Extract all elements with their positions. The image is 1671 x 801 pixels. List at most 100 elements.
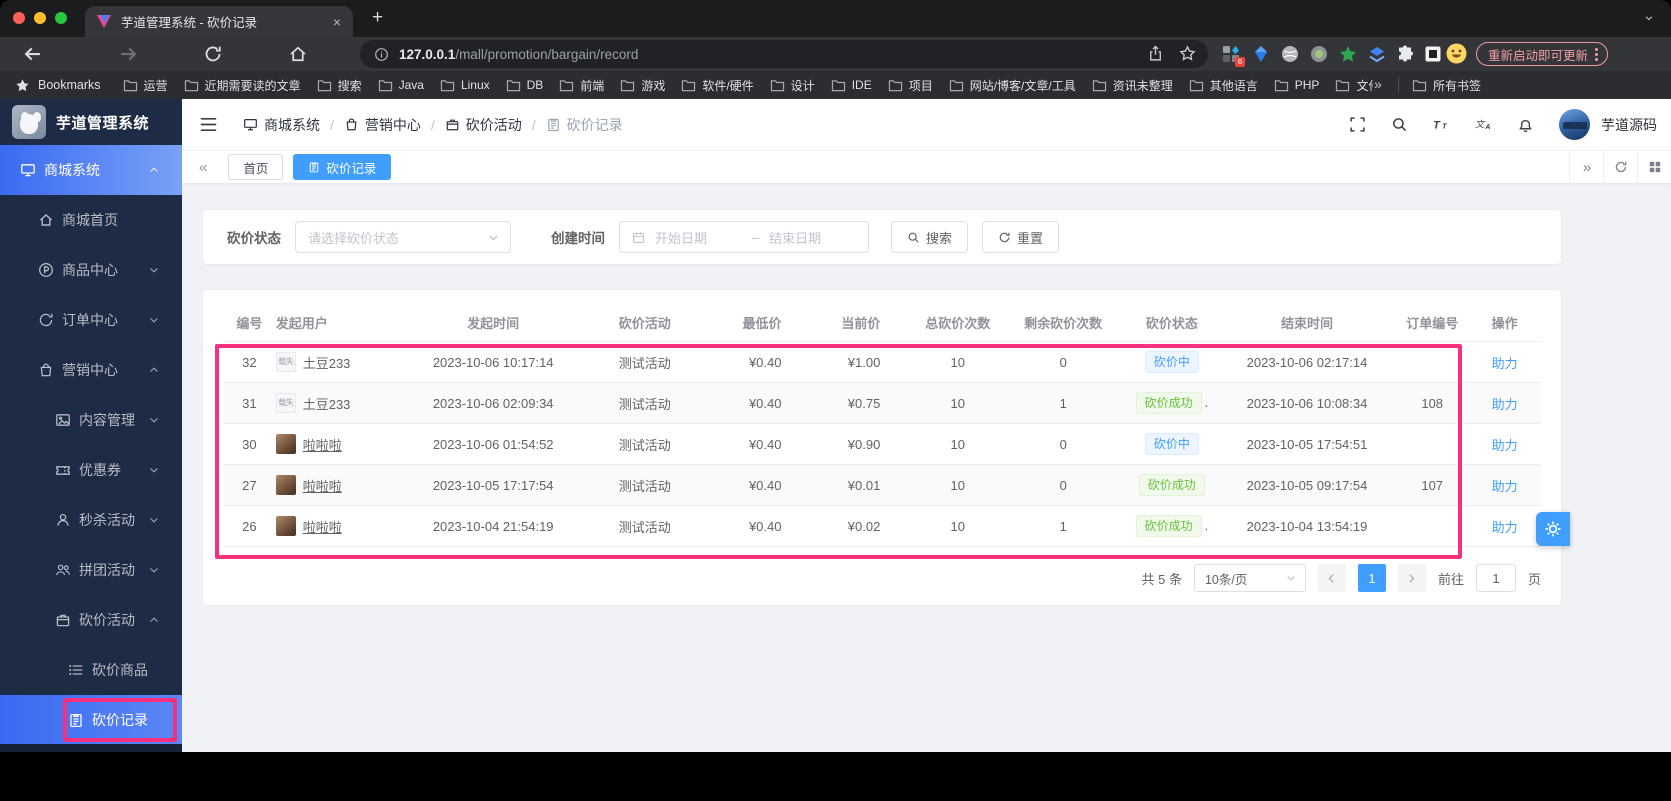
bookmark-star-icon[interactable] (1179, 45, 1196, 62)
home-icon[interactable] (288, 44, 308, 64)
extensions-puzzle-icon[interactable] (1396, 45, 1414, 63)
bookmarks-overflow-button[interactable]: » (1374, 76, 1382, 92)
tags-layout-icon[interactable] (1637, 151, 1671, 183)
sidebar-item-砍价活动[interactable]: 砍价活动 (0, 595, 182, 645)
sidebar-item-砍价商品[interactable]: 砍价商品 (0, 645, 182, 695)
tab-首页[interactable]: 首页 (228, 154, 284, 180)
assist-link[interactable]: 助力 (1492, 520, 1518, 535)
cell-order-no: 108 (1421, 395, 1444, 411)
bookmark-folder[interactable]: 文件服务器 (1335, 77, 1373, 94)
bookmark-folder[interactable]: 资讯未整理 (1092, 77, 1173, 94)
app-logo[interactable]: 芋道管理系统 (0, 99, 182, 145)
font-size-icon[interactable]: TT (1433, 116, 1450, 133)
page-size-select[interactable]: 10条/页 (1193, 564, 1306, 592)
window-zoom-button[interactable] (55, 12, 67, 24)
bookmark-folder[interactable]: IDE (831, 78, 872, 92)
update-chrome-button[interactable]: 重新启动即可更新 (1476, 42, 1609, 66)
sidebar-item-拼团活动[interactable]: 拼团活动 (0, 545, 182, 595)
goto-page-input[interactable] (1475, 564, 1516, 592)
bookmark-folder[interactable]: PHP (1274, 78, 1319, 92)
address-bar[interactable]: 127.0.0.1 /mall/promotion/bargain/record (360, 40, 1208, 68)
sidebar-item-商城系统[interactable]: 商城系统 (0, 145, 182, 195)
forward-icon[interactable] (118, 44, 138, 64)
chrome-menu-icon[interactable] (1595, 47, 1599, 61)
all-bookmarks-button[interactable]: 所有书签 (1412, 71, 1481, 99)
extension-sphere-icon[interactable] (1281, 45, 1299, 63)
user-name[interactable]: 芋道源码 (1601, 115, 1657, 135)
back-icon[interactable] (23, 44, 43, 64)
breadcrumb-item[interactable]: 营销中心 (344, 115, 421, 135)
browser-tab[interactable]: 芋道管理系统 - 砍价记录 × (85, 6, 353, 37)
bookmark-folder[interactable]: 游戏 (620, 77, 665, 94)
bookmarks-root-label[interactable]: Bookmarks (38, 78, 101, 92)
sidebar-item-砍价记录[interactable]: 砍价记录 (0, 695, 182, 745)
user-avatar[interactable] (1559, 109, 1590, 140)
bookmark-folder[interactable]: 其他语言 (1189, 77, 1258, 94)
extension-grid-icon[interactable]: 6 (1222, 45, 1245, 67)
site-info-icon[interactable] (374, 47, 389, 62)
tags-collapse-icon[interactable]: « (199, 159, 207, 176)
extension-square-icon[interactable] (1424, 45, 1442, 63)
assist-link[interactable]: 助力 (1492, 479, 1518, 494)
next-page-button[interactable] (1397, 564, 1426, 592)
assist-link[interactable]: 助力 (1492, 438, 1518, 453)
profile-avatar[interactable] (1446, 43, 1467, 64)
window-close-button[interactable] (13, 12, 25, 24)
status-filter-select[interactable]: 请选择砍价状态 (295, 221, 511, 253)
tab-砍价记录[interactable]: 砍价记录 (293, 154, 392, 180)
prev-page-button[interactable] (1317, 564, 1346, 592)
bookmark-folder[interactable]: 近期需要读的文章 (184, 77, 301, 94)
language-icon[interactable]: 文A (1475, 116, 1492, 133)
bookmark-folder[interactable]: Java (378, 78, 424, 92)
search-button[interactable]: 搜索 (891, 221, 969, 253)
bookmark-folder[interactable]: 前端 (559, 77, 604, 94)
chevron-left-icon (1326, 573, 1337, 584)
search-icon[interactable] (1391, 116, 1408, 133)
bookmark-folder[interactable]: Linux (440, 78, 490, 92)
tags-expand-icon[interactable]: » (1569, 151, 1603, 183)
new-tab-button[interactable]: + (372, 7, 383, 29)
extension-star-icon[interactable] (1339, 45, 1357, 63)
bookmark-folder[interactable]: 运营 (123, 77, 168, 94)
share-icon[interactable] (1147, 45, 1164, 62)
cell-user: 载失 土豆233 (275, 393, 408, 413)
assist-link[interactable]: 助力 (1492, 356, 1518, 371)
cell-id: 31 (242, 395, 257, 411)
sidebar-item-秒杀活动[interactable]: 秒杀活动 (0, 495, 182, 545)
sidebar-item-优惠券[interactable]: 优惠券 (0, 445, 182, 495)
reset-button[interactable]: 重置 (982, 221, 1060, 253)
bookmark-folder[interactable]: 设计 (770, 77, 815, 94)
extension-ring-icon[interactable] (1310, 45, 1328, 63)
tab-close-icon[interactable]: × (333, 14, 341, 30)
extension-kite-icon[interactable] (1252, 45, 1270, 63)
bookmark-folder[interactable]: 软件/硬件 (681, 77, 754, 94)
bookmark-folder[interactable]: 搜索 (317, 77, 362, 94)
bookmark-folder[interactable]: 项目 (888, 77, 933, 94)
cell-current-price: ¥0.01 (847, 477, 881, 493)
sidebar-item-内容管理[interactable]: 内容管理 (0, 395, 182, 445)
breadcrumb-item[interactable]: 砍价活动 (445, 115, 522, 135)
bookmarks-star-icon[interactable] (15, 78, 30, 93)
sidebar-item-订单中心[interactable]: 订单中心 (0, 295, 182, 345)
tab-search-chevron-icon[interactable] (1643, 13, 1655, 23)
bell-icon[interactable] (1517, 116, 1534, 133)
tags-refresh-icon[interactable] (1603, 151, 1637, 183)
filter-card: 砍价状态 请选择砍价状态 创建时间 开始日期 – 结束日期 搜索 重置 (203, 210, 1561, 264)
bookmarks-bar: Bookmarks 运营 近期需要读的文章 搜索 Java Linux DB 前端 游戏 软件/… (0, 71, 1671, 99)
extension-layers-icon[interactable] (1368, 45, 1386, 63)
assist-link[interactable]: 助力 (1492, 397, 1518, 412)
bookmark-folder[interactable]: 网站/博客/文章/工具 (949, 77, 1076, 94)
folder-icon (831, 79, 846, 92)
page-1-button[interactable]: 1 (1357, 564, 1386, 592)
fullscreen-icon[interactable] (1349, 116, 1366, 133)
sidebar-item-商品中心[interactable]: 商品中心 (0, 245, 182, 295)
collapse-menu-icon[interactable] (200, 117, 217, 132)
window-minimize-button[interactable] (34, 12, 46, 24)
date-range-picker[interactable]: 开始日期 – 结束日期 (619, 221, 869, 253)
sidebar-item-商城首页[interactable]: 商城首页 (0, 195, 182, 245)
reload-icon[interactable] (203, 44, 223, 64)
breadcrumb-item[interactable]: 商城系统 (243, 115, 320, 135)
sidebar-item-营销中心[interactable]: 营销中心 (0, 345, 182, 395)
settings-gear-button[interactable] (1536, 512, 1570, 546)
bookmark-folder[interactable]: DB (506, 78, 543, 92)
